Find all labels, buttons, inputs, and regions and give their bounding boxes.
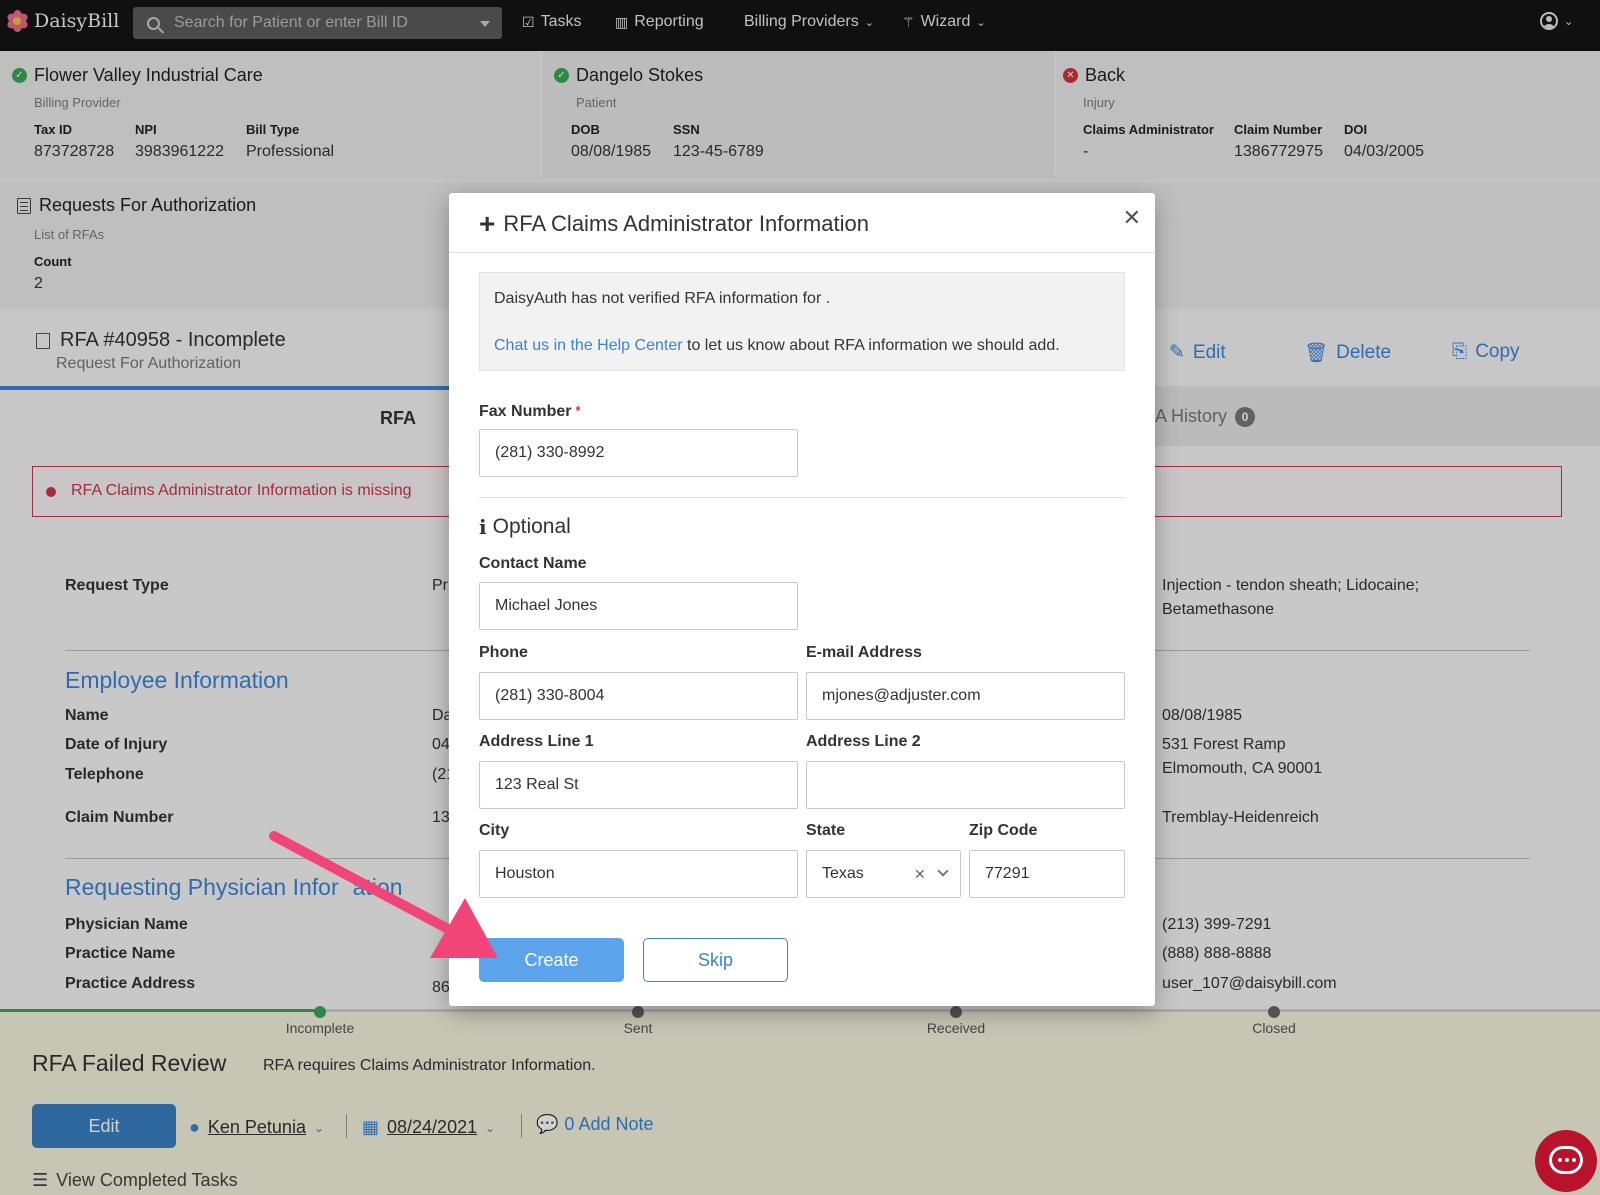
notice-line1: DaisyAuth has not verified RFA informati… (494, 290, 831, 307)
address-line1-input[interactable] (479, 761, 798, 809)
contact-name-input[interactable] (479, 582, 798, 630)
address-line1-label: Address Line 1 (479, 733, 594, 750)
address-line2-input[interactable] (806, 761, 1125, 809)
modal-header: + RFA Claims Administrator Information ✕ (449, 193, 1155, 253)
address-line2-label: Address Line 2 (806, 733, 921, 750)
close-icon[interactable]: ✕ (1123, 205, 1141, 231)
state-select[interactable]: Texas ✕ (806, 850, 961, 898)
fax-number-label: Fax Number * (479, 403, 581, 421)
optional-heading: i Optional (479, 515, 571, 539)
fax-label-text: Fax Number (479, 403, 572, 420)
state-selected-value: Texas (822, 865, 864, 882)
help-center-link[interactable]: Chat us in the Help Center (494, 337, 683, 354)
chat-support-button[interactable] (1535, 1130, 1597, 1192)
optional-label: Optional (492, 515, 571, 538)
plus-icon: + (479, 208, 496, 239)
skip-button[interactable]: Skip (643, 938, 788, 982)
modal-title: RFA Claims Administrator Information (503, 211, 869, 236)
chevron-down-icon (937, 865, 949, 877)
required-asterisk: * (575, 403, 581, 418)
chat-icon (1549, 1146, 1583, 1174)
annotation-arrow-icon (269, 831, 498, 958)
clear-icon[interactable]: ✕ (914, 851, 926, 897)
email-input[interactable] (806, 672, 1125, 720)
phone-label: Phone (479, 644, 528, 661)
state-label: State (806, 822, 846, 839)
zip-code-label: Zip Code (969, 822, 1038, 839)
info-icon: i (479, 515, 487, 539)
city-input[interactable] (479, 850, 798, 898)
phone-input[interactable] (479, 672, 798, 720)
email-label: E-mail Address (806, 644, 922, 661)
verification-notice: DaisyAuth has not verified RFA informati… (479, 272, 1125, 371)
contact-name-label: Contact Name (479, 555, 587, 572)
divider (479, 497, 1125, 498)
fax-number-input[interactable] (479, 429, 798, 477)
notice-line2: to let us know about RFA information we … (682, 337, 1060, 355)
zip-code-input[interactable] (969, 850, 1125, 898)
rfa-claims-admin-modal: + RFA Claims Administrator Information ✕ … (449, 193, 1155, 1006)
